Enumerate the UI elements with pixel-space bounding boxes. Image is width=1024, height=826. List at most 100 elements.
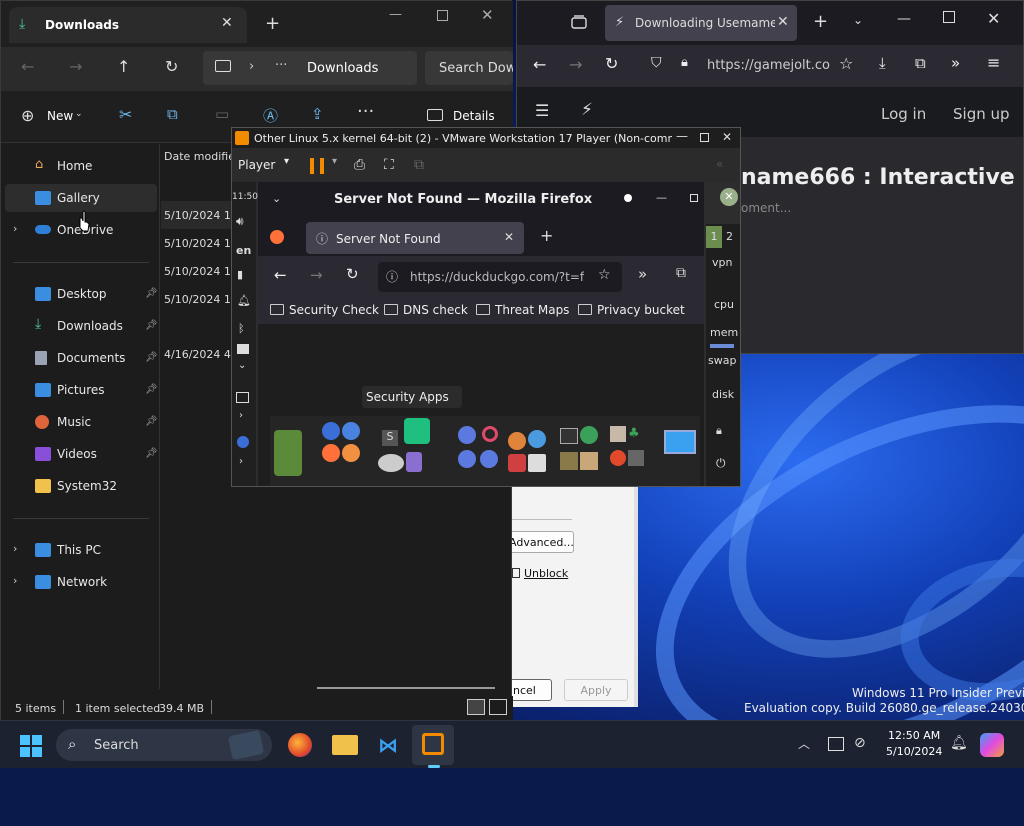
unblock-checkbox[interactable] (512, 568, 520, 578)
bell-icon[interactable]: 🔔︎ (237, 294, 251, 307)
maximize-icon[interactable] (943, 11, 955, 23)
file-date[interactable]: 5/10/2024 12 (164, 265, 238, 278)
app-icon[interactable] (482, 426, 498, 442)
send-ctrl-alt-del-icon[interactable]: ⎙ (354, 157, 365, 173)
rename-icon[interactable]: Ⓐ (263, 105, 278, 126)
volume-icon[interactable]: 🔊︎ (236, 214, 244, 229)
url-bar[interactable]: ⓘ https://duckduckgo.com/?t=ff ☆ (378, 262, 622, 292)
close-tab-icon[interactable]: ✕ (504, 230, 514, 244)
file-explorer-icon[interactable] (332, 735, 358, 755)
tab-manager-icon[interactable] (571, 14, 587, 30)
search-input[interactable]: ⌕ Search (56, 729, 272, 761)
pin-icon[interactable]: 📌︎ (145, 384, 158, 395)
column-header-date[interactable]: Date modifie (164, 150, 235, 163)
network-icon[interactable]: ⊘ (854, 735, 866, 751)
details-button[interactable]: Details (425, 105, 505, 129)
cut-icon[interactable]: ✂ (119, 105, 132, 124)
app-icon[interactable] (322, 422, 340, 440)
bookmark-star-icon[interactable]: ☆ (839, 54, 853, 73)
chevron-right-icon[interactable]: › (13, 574, 17, 587)
workspace-2[interactable]: 2 (726, 230, 733, 243)
minimize-icon[interactable]: — (897, 11, 911, 27)
menu-icon[interactable]: ≡ (987, 53, 1000, 72)
nav-item-desktop[interactable]: Desktop 📌︎ (5, 280, 158, 308)
file-date[interactable]: 5/10/2024 12 (164, 293, 238, 306)
collapse-icon[interactable]: « (716, 157, 723, 171)
nav-item-system32[interactable]: System32 (5, 472, 157, 500)
app-icon[interactable] (406, 452, 422, 472)
chevron-down-icon[interactable]: ⌄ (853, 13, 863, 27)
apply-button[interactable]: Apply (564, 679, 628, 701)
terminal-icon[interactable] (560, 428, 578, 444)
app-icon[interactable] (528, 454, 546, 472)
extensions-icon[interactable]: ⧉ (915, 54, 926, 72)
tab-downloading[interactable]: ⚡ Downloading Usemame6 ✕ (605, 5, 797, 41)
close-window-icon[interactable]: ✕ (987, 9, 1000, 28)
pin-icon[interactable]: 📌︎ (145, 288, 158, 299)
nav-item-videos[interactable]: Videos 📌︎ (5, 440, 158, 468)
signup-link[interactable]: Sign up (953, 105, 1010, 123)
breadcrumb[interactable]: › ··· Downloads (203, 51, 417, 85)
login-link[interactable]: Log in (881, 105, 926, 123)
start-button[interactable] (20, 735, 42, 757)
maximize-icon[interactable] (690, 194, 698, 202)
globe-icon[interactable] (458, 450, 476, 468)
chevron-down-icon[interactable]: ⌄ (272, 192, 281, 205)
file-date[interactable]: 5/10/2024 12 (164, 209, 238, 222)
bookmark-star-icon[interactable]: ☆ (598, 267, 611, 283)
reload-icon[interactable]: ↻ (346, 265, 359, 283)
app-icon[interactable]: S (382, 430, 398, 446)
search-input[interactable]: Search Dow (425, 51, 513, 85)
filezilla-icon[interactable] (508, 454, 526, 472)
chevron-down-icon[interactable]: ⌄ (238, 360, 246, 371)
close-tab-icon[interactable]: ✕ (777, 14, 789, 30)
unity-icon[interactable]: ⧉ (414, 157, 424, 173)
up-icon[interactable]: ↑ (117, 57, 130, 76)
nav-item-downloads[interactable]: ⤓ Downloads 📌︎ (5, 312, 158, 340)
display-icon[interactable] (828, 737, 844, 751)
close-window-icon[interactable]: ✕ (720, 188, 738, 206)
app-icon[interactable] (610, 450, 626, 466)
lock-icon[interactable]: 🔒︎ (716, 424, 722, 438)
back-icon[interactable]: ← (274, 266, 287, 284)
notification-bell-icon[interactable]: 🔔︎ (950, 735, 968, 751)
maximize-icon[interactable] (700, 133, 709, 142)
app-icon[interactable] (508, 432, 526, 450)
forward-icon[interactable]: → (310, 266, 323, 284)
firefox-icon[interactable] (322, 444, 340, 462)
monitor-app-icon[interactable] (664, 430, 696, 454)
tab-downloads[interactable]: ⤓ Downloads ✕ (9, 7, 247, 43)
app-icon[interactable] (560, 452, 578, 470)
nav-item-pictures[interactable]: Pictures 📌︎ (5, 376, 158, 404)
app-icon[interactable]: ♣ (628, 426, 644, 442)
refresh-icon[interactable]: ↻ (165, 57, 178, 76)
camera-icon[interactable] (237, 344, 249, 354)
details-view-icon[interactable] (467, 699, 485, 715)
share-icon[interactable]: ⇪ (311, 105, 324, 123)
chevron-up-icon[interactable]: ︿ (798, 735, 810, 752)
download-icon[interactable]: ⤓ (879, 54, 886, 72)
close-window-icon[interactable]: ✕ (481, 6, 494, 24)
minimize-icon[interactable]: — (389, 7, 402, 22)
security-apps-icon[interactable] (404, 418, 430, 444)
extensions-icon[interactable]: ⧉ (676, 265, 686, 281)
forward-icon[interactable]: → (569, 55, 582, 74)
globe-icon[interactable] (458, 426, 476, 444)
pin-icon[interactable]: 📌︎ (145, 352, 158, 363)
app-icon[interactable] (342, 444, 360, 462)
pin-icon[interactable]: 📌︎ (145, 320, 158, 331)
player-menu[interactable]: Player ▾ (238, 156, 296, 174)
nav-item-gallery[interactable]: Gallery (5, 184, 157, 212)
app-icon[interactable] (274, 430, 302, 476)
horizontal-scrollbar[interactable] (317, 687, 495, 689)
clock-time[interactable]: 12:50 AM (888, 729, 940, 742)
back-icon[interactable]: ← (21, 57, 34, 76)
copy-icon[interactable]: ⧉ (167, 105, 178, 123)
hamburger-icon[interactable]: ☰ (535, 101, 549, 120)
workspace-1[interactable]: 1 (706, 226, 722, 248)
app-icon[interactable] (580, 426, 598, 444)
nav-item-thispc[interactable]: › This PC (5, 536, 157, 564)
pause-icon[interactable] (310, 158, 324, 174)
app-icon[interactable] (378, 454, 404, 472)
tiles-view-icon[interactable] (489, 699, 507, 715)
